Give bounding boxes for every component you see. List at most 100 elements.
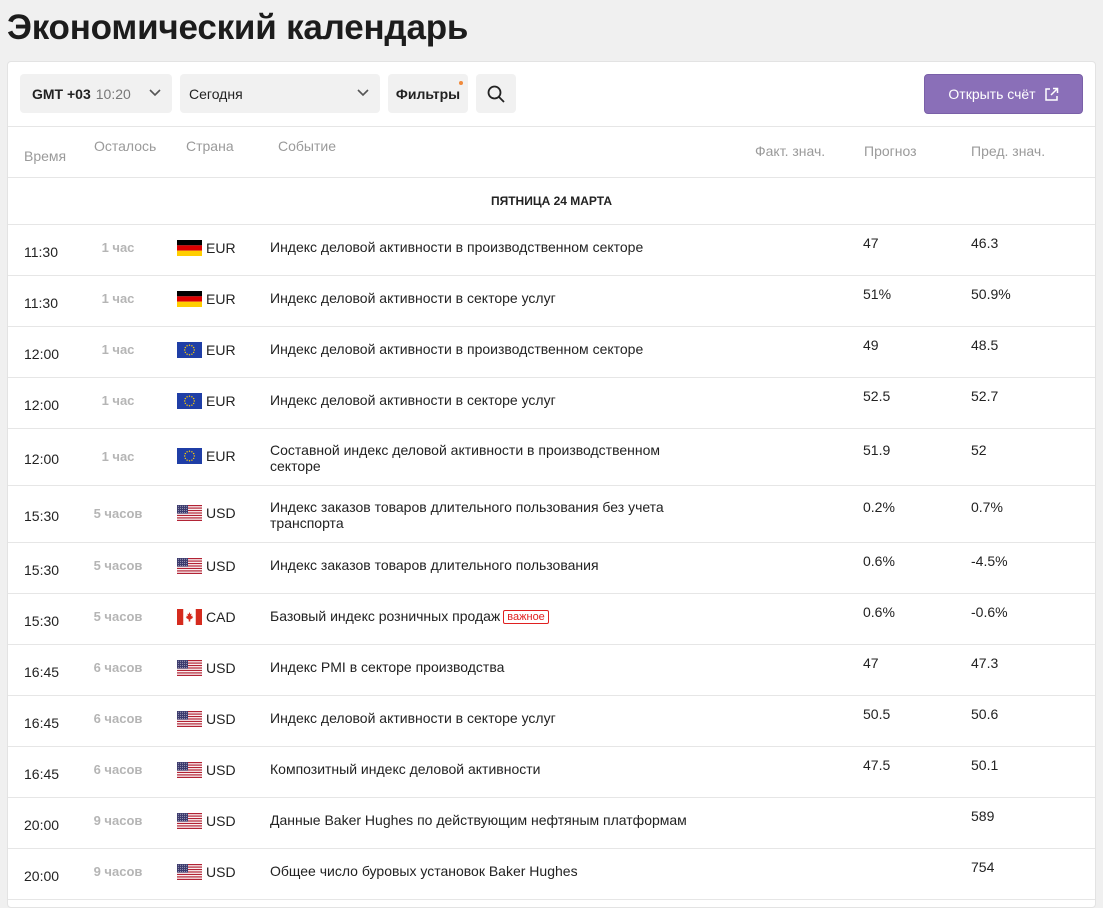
row-time: 15:30 <box>24 613 60 629</box>
row-previous: 52.7 <box>971 388 999 404</box>
row-forecast: 52.5 <box>863 388 891 404</box>
row-remaining: 5 часов <box>93 506 143 521</box>
usa-flag-icon <box>177 660 202 676</box>
timezone-select[interactable]: GMT +03 10:20 <box>20 74 172 113</box>
row-previous: 48.5 <box>971 337 999 353</box>
table-row[interactable]: 15:30 5 часов USD Индекс заказов товаров дл… <box>8 543 1095 594</box>
row-currency: USD <box>206 558 236 574</box>
timezone-label: GMT +03 <box>32 85 91 102</box>
row-event[interactable]: Индекс деловой активности в производстве… <box>270 341 700 357</box>
table-row[interactable]: 15:30 5 часов CAD Базовый индекс розничных … <box>8 594 1095 645</box>
row-event[interactable]: Индекс заказов товаров длительного польз… <box>270 499 700 531</box>
row-event[interactable]: Индекс заказов товаров длительного польз… <box>270 557 700 573</box>
header-country: Страна <box>186 138 234 154</box>
table-row[interactable]: 12:00 1 час EUR Индекс деловой активности в… <box>8 378 1095 429</box>
row-event[interactable]: Индекс деловой активности в производстве… <box>270 239 700 255</box>
row-country: EUR <box>177 291 236 307</box>
eu-flag-icon <box>177 342 202 358</box>
period-value: Сегодня <box>189 85 243 102</box>
eu-flag-icon <box>177 448 202 464</box>
row-event-title: Базовый индекс розничных продаж <box>270 608 501 624</box>
row-forecast: 0.6% <box>863 604 895 620</box>
row-previous: 46.3 <box>971 235 999 251</box>
row-currency: CAD <box>206 609 236 625</box>
header-remaining: Осталось <box>94 138 157 154</box>
row-currency: USD <box>206 660 236 676</box>
table-row[interactable]: 11:30 1 час EUR Индекс деловой активности в… <box>8 225 1095 276</box>
row-previous: -0.6% <box>971 604 1008 620</box>
period-select[interactable]: Сегодня <box>180 74 380 113</box>
events-table: Время Осталось Страна Событие Факт. знач… <box>8 127 1095 900</box>
row-currency: USD <box>206 505 236 521</box>
filters-label: Фильтры <box>395 85 461 102</box>
row-event-title: Индекс заказов товаров длительного польз… <box>270 557 599 573</box>
header-event: Событие <box>278 138 336 154</box>
table-row[interactable]: 15:30 5 часов USD Индекс заказов товаров дл… <box>8 486 1095 543</box>
row-event[interactable]: Базовый индекс розничных продаж важное <box>270 608 700 624</box>
row-event[interactable]: Общее число буровых установок Baker Hugh… <box>270 863 700 879</box>
row-event[interactable]: Индекс деловой активности в секторе услу… <box>270 290 700 306</box>
row-remaining: 5 часов <box>93 609 143 624</box>
row-time: 15:30 <box>24 562 60 578</box>
eu-flag-icon <box>177 393 202 409</box>
row-country: EUR <box>177 240 236 256</box>
row-currency: USD <box>206 711 236 727</box>
row-event-title: Индекс деловой активности в секторе услу… <box>270 290 556 306</box>
important-badge: важное <box>503 610 549 624</box>
table-row[interactable]: 12:00 1 час EUR Составной индекс деловой ак… <box>8 429 1095 486</box>
row-currency: USD <box>206 864 236 880</box>
row-country: USD <box>177 813 236 829</box>
row-previous: 52 <box>971 442 987 458</box>
row-time: 16:45 <box>24 715 60 731</box>
row-previous: 50.6 <box>971 706 999 722</box>
row-event[interactable]: Данные Baker Hughes по действующим нефтя… <box>270 812 700 828</box>
table-row[interactable]: 16:45 6 часов USD Композитный индекс делово… <box>8 747 1095 798</box>
open-account-label: Открыть счёт <box>948 86 1036 102</box>
table-row[interactable]: 11:30 1 час EUR Индекс деловой активности в… <box>8 276 1095 327</box>
row-currency: USD <box>206 762 236 778</box>
germany-flag-icon <box>177 291 202 307</box>
row-remaining: 1 час <box>101 342 135 357</box>
usa-flag-icon <box>177 558 202 574</box>
search-button[interactable] <box>476 74 516 113</box>
table-row[interactable]: 12:00 1 час EUR Индекс деловой активности в… <box>8 327 1095 378</box>
row-country: USD <box>177 711 236 727</box>
table-row[interactable]: 20:00 9 часов USD Данные Baker Hughes по де… <box>8 798 1095 849</box>
row-remaining: 6 часов <box>93 711 143 726</box>
row-event[interactable]: Составной индекс деловой активности в пр… <box>270 442 700 474</box>
row-event[interactable]: Индекс деловой активности в секторе услу… <box>270 710 700 726</box>
row-country: EUR <box>177 393 236 409</box>
row-time: 12:00 <box>24 451 60 467</box>
row-event[interactable]: Индекс деловой активности в секторе услу… <box>270 392 700 408</box>
row-previous: -4.5% <box>971 553 1008 569</box>
row-country: CAD <box>177 609 236 625</box>
row-remaining: 1 час <box>101 449 135 464</box>
row-forecast: 0.2% <box>863 499 895 515</box>
row-currency: EUR <box>206 240 236 256</box>
row-country: EUR <box>177 448 236 464</box>
row-time: 16:45 <box>24 766 60 782</box>
row-time: 20:00 <box>24 868 60 884</box>
row-previous: 47.3 <box>971 655 999 671</box>
external-link-icon <box>1044 87 1058 101</box>
table-row[interactable]: 16:45 6 часов USD Индекс PMI в секторе прои… <box>8 645 1095 696</box>
row-time: 20:00 <box>24 817 60 833</box>
row-event-title: Индекс заказов товаров длительного польз… <box>270 499 664 531</box>
open-account-button[interactable]: Открыть счёт <box>924 74 1083 114</box>
chevron-down-icon <box>357 89 369 97</box>
row-forecast: 47 <box>863 235 879 251</box>
timezone-time: 10:20 <box>95 85 131 102</box>
row-previous: 50.1 <box>971 757 999 773</box>
row-event[interactable]: Индекс PMI в секторе производства <box>270 659 700 675</box>
table-row[interactable]: 16:45 6 часов USD Индекс деловой активности… <box>8 696 1095 747</box>
header-forecast: Прогноз <box>864 143 917 159</box>
row-previous: 0.7% <box>971 499 1003 515</box>
filters-button[interactable]: Фильтры <box>388 74 468 113</box>
row-event[interactable]: Композитный индекс деловой активности <box>270 761 700 777</box>
row-forecast: 47.5 <box>863 757 891 773</box>
table-row[interactable]: 20:00 9 часов USD Общее число буровых устан… <box>8 849 1095 900</box>
row-country: USD <box>177 660 236 676</box>
row-remaining: 9 часов <box>93 813 143 828</box>
row-event-title: Композитный индекс деловой активности <box>270 761 541 777</box>
search-icon <box>487 85 505 103</box>
